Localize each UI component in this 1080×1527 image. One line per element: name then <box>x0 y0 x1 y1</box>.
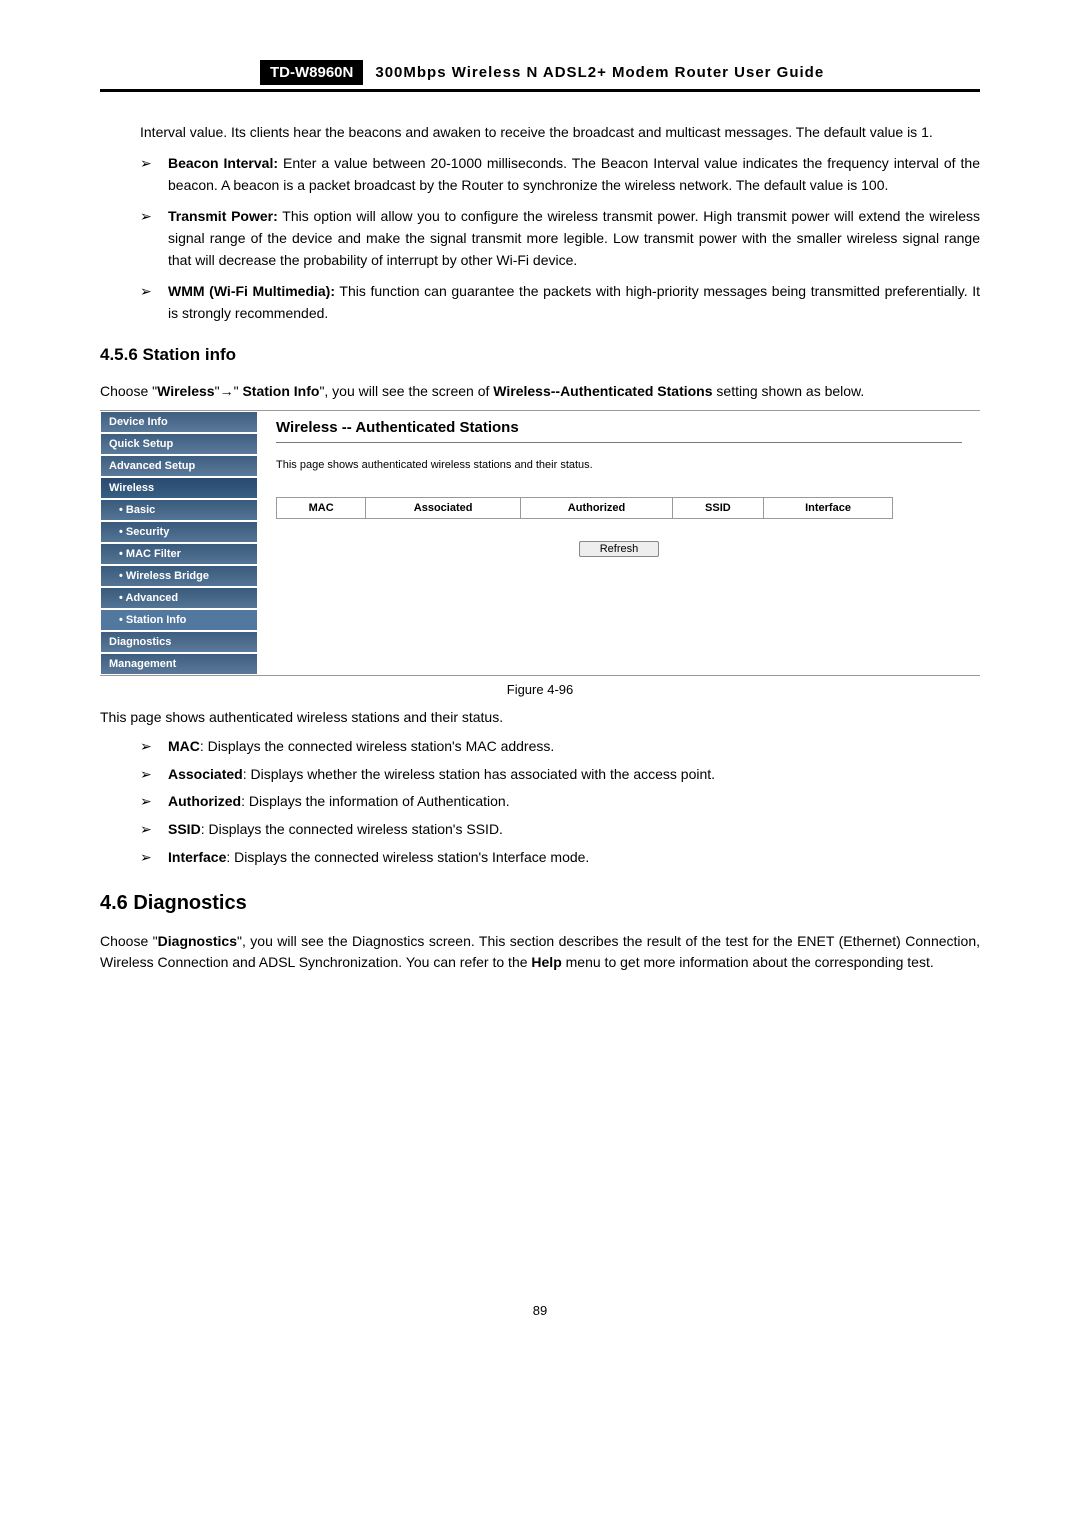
text: "→" <box>215 383 243 399</box>
bullet-text: : Displays the connected wireless statio… <box>201 821 503 837</box>
bullet-associated: Associated: Displays whether the wireles… <box>100 764 980 786</box>
sidebar-item-basic[interactable]: • Basic <box>100 499 258 521</box>
model-badge: TD-W8960N <box>260 60 363 85</box>
panel-description: This page shows authenticated wireless s… <box>276 459 962 471</box>
bullet-text: : Displays the connected wireless statio… <box>226 849 589 865</box>
bold-label: Transmit Power: <box>168 208 278 224</box>
section-heading-diagnostics: 4.6 Diagnostics <box>100 892 980 915</box>
content-panel: Wireless -- Authenticated Stations This … <box>258 411 980 675</box>
sidebar-item-wireless[interactable]: Wireless <box>100 477 258 499</box>
col-associated: Associated <box>366 497 521 518</box>
sidebar-item-station-info[interactable]: • Station Info <box>100 609 258 631</box>
section-heading-station-info: 4.5.6 Station info <box>100 345 980 365</box>
col-authorized: Authorized <box>520 497 672 518</box>
bullet-authorized: Authorized: Displays the information of … <box>100 791 980 813</box>
text: Choose " <box>100 383 157 399</box>
sidebar-item-advanced-setup[interactable]: Advanced Setup <box>100 455 258 477</box>
table-header-row: MAC Associated Authorized SSID Interface <box>277 497 893 518</box>
bold-label: Beacon Interval: <box>168 155 278 171</box>
figure-caption: Figure 4-96 <box>100 682 980 697</box>
bullet-list-2: MAC: Displays the connected wireless sta… <box>100 736 980 868</box>
refresh-button[interactable]: Refresh <box>579 541 660 557</box>
bullet-beacon-interval: Beacon Interval: Enter a value between 2… <box>100 153 980 196</box>
stations-table: MAC Associated Authorized SSID Interface <box>276 497 893 519</box>
panel-title: Wireless -- Authenticated Stations <box>276 419 962 436</box>
refresh-row: Refresh <box>276 541 962 557</box>
page-number: 89 <box>100 1303 980 1318</box>
bold-help: Help <box>531 954 561 970</box>
sidebar: Device Info Quick Setup Advanced Setup W… <box>100 411 258 675</box>
header-title: 300Mbps Wireless N ADSL2+ Modem Router U… <box>375 64 824 81</box>
ui-screenshot: Device Info Quick Setup Advanced Setup W… <box>100 410 980 676</box>
sidebar-item-advanced[interactable]: • Advanced <box>100 587 258 609</box>
text: setting shown as below. <box>713 383 865 399</box>
bold-label: Authorized <box>168 793 241 809</box>
sidebar-item-diagnostics[interactable]: Diagnostics <box>100 631 258 653</box>
choose-wireless-paragraph: Choose "Wireless"→" Station Info", you w… <box>100 381 980 402</box>
bullet-interface: Interface: Displays the connected wirele… <box>100 847 980 869</box>
bold-label: WMM (Wi-Fi Multimedia): <box>168 283 335 299</box>
bold-label: Interface <box>168 849 226 865</box>
intro-paragraph: Interval value. Its clients hear the bea… <box>100 122 980 143</box>
col-mac: MAC <box>277 497 366 518</box>
bold-auth-stations: Wireless--Authenticated Stations <box>493 383 712 399</box>
bold-label: MAC <box>168 738 200 754</box>
sidebar-item-device-info[interactable]: Device Info <box>100 411 258 433</box>
bullet-transmit-power: Transmit Power: This option will allow y… <box>100 206 980 271</box>
sidebar-item-management[interactable]: Management <box>100 653 258 675</box>
bold-label: Associated <box>168 766 243 782</box>
sidebar-item-mac-filter[interactable]: • MAC Filter <box>100 543 258 565</box>
col-ssid: SSID <box>673 497 764 518</box>
bold-station-info: Station Info <box>242 383 319 399</box>
bullet-mac: MAC: Displays the connected wireless sta… <box>100 736 980 758</box>
diagnostics-paragraph: Choose "Diagnostics", you will see the D… <box>100 931 980 973</box>
bullet-list-1: Beacon Interval: Enter a value between 2… <box>100 153 980 325</box>
bullet-wmm: WMM (Wi-Fi Multimedia): This function ca… <box>100 281 980 324</box>
sidebar-item-quick-setup[interactable]: Quick Setup <box>100 433 258 455</box>
divider <box>276 442 962 443</box>
bullet-text: This option will allow you to configure … <box>168 208 980 267</box>
text: Choose " <box>100 933 158 949</box>
col-interface: Interface <box>763 497 893 518</box>
bold-label: SSID <box>168 821 201 837</box>
bullet-text: Enter a value between 20-1000 millisecon… <box>168 155 980 193</box>
bold-wireless: Wireless <box>157 383 214 399</box>
text: menu to get more information about the c… <box>562 954 934 970</box>
bold-diagnostics: Diagnostics <box>158 933 237 949</box>
text: ", you will see the screen of <box>319 383 493 399</box>
sidebar-item-security[interactable]: • Security <box>100 521 258 543</box>
bullet-text: : Displays the connected wireless statio… <box>200 738 554 754</box>
sidebar-item-wireless-bridge[interactable]: • Wireless Bridge <box>100 565 258 587</box>
page-shows-text: This page shows authenticated wireless s… <box>100 707 980 728</box>
doc-header: TD-W8960N 300Mbps Wireless N ADSL2+ Mode… <box>100 60 980 92</box>
bullet-text: : Displays whether the wireless station … <box>243 766 715 782</box>
bullet-ssid: SSID: Displays the connected wireless st… <box>100 819 980 841</box>
bullet-text: : Displays the information of Authentica… <box>241 793 509 809</box>
